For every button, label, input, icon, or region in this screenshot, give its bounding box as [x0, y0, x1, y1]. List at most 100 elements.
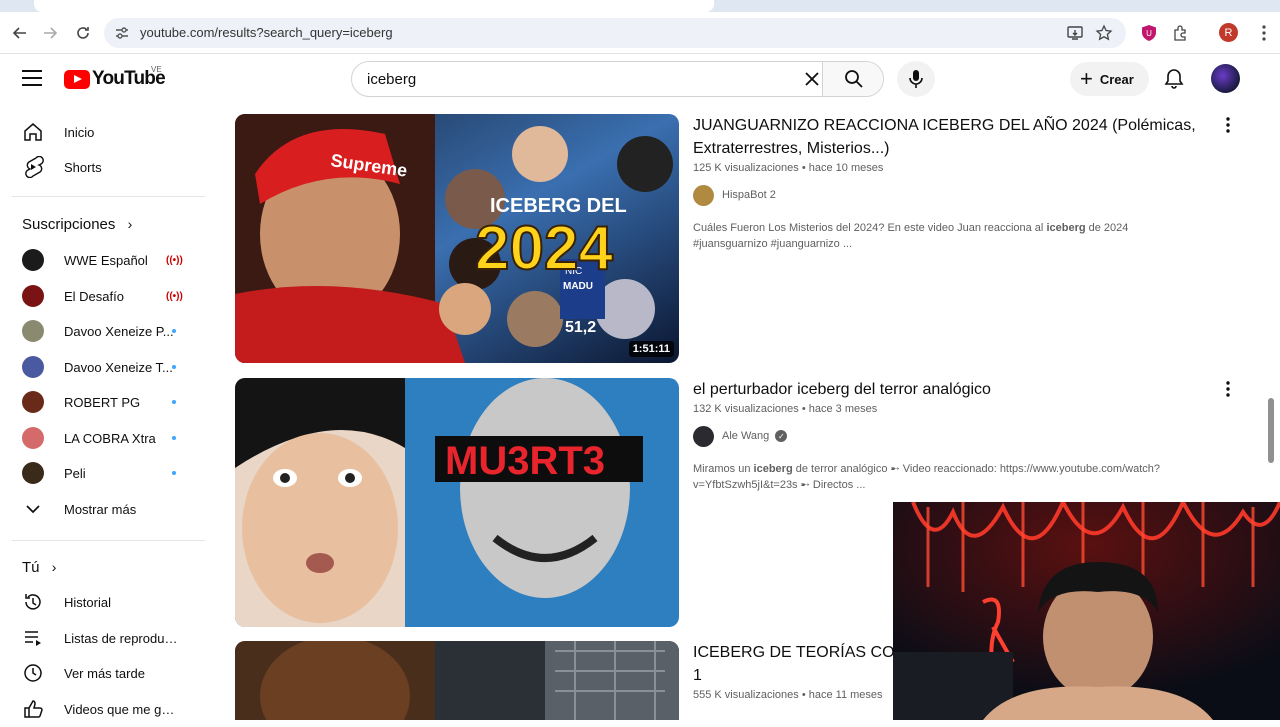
you-heading[interactable]: Tú › — [22, 559, 56, 576]
channel-name: HispaBot 2 — [722, 189, 776, 201]
webcam-image — [893, 502, 1280, 720]
sidebar-item-subscription[interactable]: WWE Español ((•)) — [12, 242, 193, 278]
video-title[interactable]: el perturbador iceberg del terror analóg… — [693, 378, 1213, 401]
channel-avatar — [693, 184, 714, 206]
create-button[interactable]: + Crear — [1070, 62, 1149, 96]
sidebar-item-shorts[interactable]: Shorts — [12, 149, 193, 185]
channel-avatar — [22, 249, 44, 271]
site-settings-icon[interactable] — [114, 25, 130, 41]
search-box — [351, 61, 884, 97]
page-scrollbar[interactable] — [1268, 398, 1274, 463]
search-button[interactable] — [822, 62, 883, 96]
video-title-line: 1 — [693, 667, 702, 684]
sidebar-item-label: Davoo Xeneize T... — [64, 359, 173, 375]
youtube-header: YouTube VE + Crear — [0, 54, 1280, 104]
channel-avatar — [22, 320, 44, 342]
sidebar-item-label: Historial — [64, 594, 111, 610]
channel-link[interactable]: HispaBot 2 — [693, 184, 1213, 206]
more-actions-icon[interactable] — [1220, 116, 1236, 134]
new-content-dot — [172, 400, 176, 404]
forward-arrow-icon — [44, 27, 58, 39]
sidebar-item-label: Listas de reproducc... — [64, 630, 179, 646]
video-thumbnail[interactable]: Supreme NIC MADU 51,2 ICEBERG DEL 2024 1… — [235, 114, 679, 363]
notifications-bell-icon[interactable] — [1163, 68, 1185, 90]
home-icon — [24, 123, 42, 141]
video-description: Cuáles Fueron Los Misterios del 2024? En… — [693, 220, 1163, 252]
channel-avatar — [22, 285, 44, 307]
microphone-icon — [909, 70, 923, 88]
sidebar-show-more[interactable]: Mostrar más — [12, 491, 193, 527]
browser-profile-avatar[interactable]: R — [1219, 23, 1238, 42]
history-icon — [25, 594, 41, 610]
subscriptions-heading[interactable]: Suscripciones › — [22, 216, 132, 233]
sidebar-item-subscription[interactable]: LA COBRA Xtra — [12, 420, 193, 456]
sidebar-item-subscription[interactable]: ROBERT PG — [12, 384, 193, 420]
sidebar-item-label: El Desafío — [64, 288, 124, 304]
video-stats: 125 K visualizaciones • hace 10 meses — [693, 162, 884, 174]
svg-text:51,2: 51,2 — [565, 319, 596, 336]
back-arrow-icon — [12, 27, 26, 39]
video-meta: el perturbador iceberg del terror analóg… — [693, 378, 1213, 493]
sidebar-item-history[interactable]: Historial — [12, 584, 193, 620]
channel-avatar — [693, 425, 714, 447]
extensions-puzzle-icon[interactable] — [1172, 24, 1190, 42]
active-tab[interactable] — [34, 0, 714, 12]
forward-button[interactable] — [38, 21, 62, 45]
bookmark-star-icon[interactable] — [1095, 24, 1113, 42]
sidebar-item-label: Peli — [64, 465, 86, 481]
sidebar-item-subscription[interactable]: Peli — [12, 455, 193, 491]
live-indicator-icon: ((•)) — [166, 290, 183, 302]
reload-icon — [77, 27, 89, 39]
playlists-icon — [25, 631, 41, 646]
sidebar-item-label: Shorts — [64, 159, 102, 175]
sidebar-item-label: Mostrar más — [64, 501, 137, 517]
new-content-dot — [172, 471, 176, 475]
video-thumbnail[interactable] — [235, 641, 679, 720]
voice-search-button[interactable] — [897, 61, 935, 97]
more-actions-icon[interactable] — [1220, 380, 1236, 398]
watch-later-icon — [24, 664, 42, 682]
sidebar-divider — [12, 196, 205, 197]
video-thumbnail[interactable]: MU3RT3 — [235, 378, 679, 627]
sidebar-item-watch-later[interactable]: Ver más tarde — [12, 655, 193, 691]
sidebar-item-subscription[interactable]: El Desafío ((•)) — [12, 278, 193, 314]
thumbnail-image — [235, 641, 679, 720]
channel-link[interactable]: Ale Wang ✓ — [693, 425, 1213, 447]
account-avatar[interactable] — [1211, 64, 1240, 93]
sidebar-item-subscription[interactable]: Davoo Xeneize P... — [12, 313, 193, 349]
video-description: Miramos un iceberg de terror analógico ➸… — [693, 461, 1163, 493]
video-title[interactable]: JUANGUARNIZO REACCIONA ICEBERG DEL AÑO 2… — [693, 114, 1213, 160]
sidebar-item-home[interactable]: Inicio — [12, 114, 193, 150]
new-content-dot — [172, 329, 176, 333]
search-icon — [844, 70, 863, 88]
desc-highlight: iceberg — [753, 463, 793, 475]
clear-search-icon[interactable] — [803, 70, 821, 88]
sidebar-item-playlists[interactable]: Listas de reproducc... — [12, 620, 193, 656]
back-button[interactable] — [8, 21, 32, 45]
sidebar-item-subscription[interactable]: Davoo Xeneize T... — [12, 349, 193, 385]
search-input[interactable] — [352, 62, 822, 96]
browser-menu-icon[interactable] — [1256, 24, 1272, 42]
sidebar-item-label: WWE Español — [64, 252, 148, 268]
thumbnail-image: Supreme NIC MADU 51,2 ICEBERG DEL 2024 — [235, 114, 679, 363]
browser-tabstrip — [0, 0, 1280, 12]
reload-button[interactable] — [71, 21, 95, 45]
video-result[interactable]: Supreme NIC MADU 51,2 ICEBERG DEL 2024 1… — [235, 114, 1245, 364]
sidebar-item-label: Inicio — [64, 124, 95, 140]
chevron-right-icon: › — [51, 559, 57, 575]
channel-avatar — [22, 427, 44, 449]
ublock-extension-icon[interactable]: U — [1140, 24, 1158, 42]
install-app-icon[interactable] — [1066, 24, 1084, 42]
new-content-dot — [172, 365, 176, 369]
webcam-overlay — [893, 502, 1280, 720]
youtube-logo[interactable]: YouTube VE — [64, 65, 166, 90]
address-bar[interactable]: youtube.com/results?search_query=iceberg — [104, 18, 1126, 48]
sidebar-item-label: ROBERT PG — [64, 394, 141, 410]
menu-hamburger-icon[interactable] — [22, 70, 42, 86]
sidebar-item-liked-videos[interactable]: Videos que me gus... — [12, 691, 193, 727]
sidebar-item-label: Davoo Xeneize P... — [64, 323, 174, 339]
sidebar-item-label: LA COBRA Xtra — [64, 430, 156, 446]
thumb-year-text: 2024 — [475, 214, 613, 283]
sidebar-item-label: Ver más tarde — [64, 665, 145, 681]
channel-name: Ale Wang — [722, 430, 770, 442]
